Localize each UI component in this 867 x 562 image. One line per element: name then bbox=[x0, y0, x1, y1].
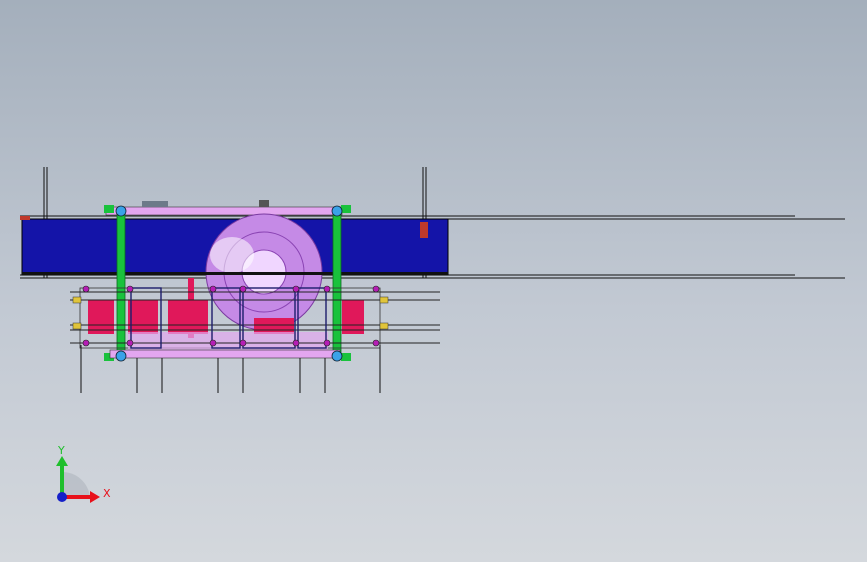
triad-x-arrow bbox=[90, 491, 100, 503]
graphics-viewport[interactable]: Y X bbox=[0, 0, 867, 562]
top-plate[interactable] bbox=[105, 206, 343, 216]
triad-y-arrow bbox=[56, 456, 68, 466]
top-mount bbox=[142, 201, 168, 207]
beam-bottom-edge bbox=[22, 272, 448, 275]
assembly-model-view[interactable]: Y X bbox=[0, 0, 867, 562]
triad-x-label: X bbox=[103, 487, 111, 500]
triad-z-axis bbox=[57, 492, 67, 502]
top-bracket bbox=[259, 200, 269, 207]
triad-z-arc bbox=[62, 471, 90, 497]
beam-end-cap-left bbox=[20, 216, 30, 220]
beam-end-cap-right bbox=[420, 222, 428, 238]
axis-triad[interactable]: Y X bbox=[56, 444, 111, 503]
triad-y-label: Y bbox=[57, 444, 65, 457]
